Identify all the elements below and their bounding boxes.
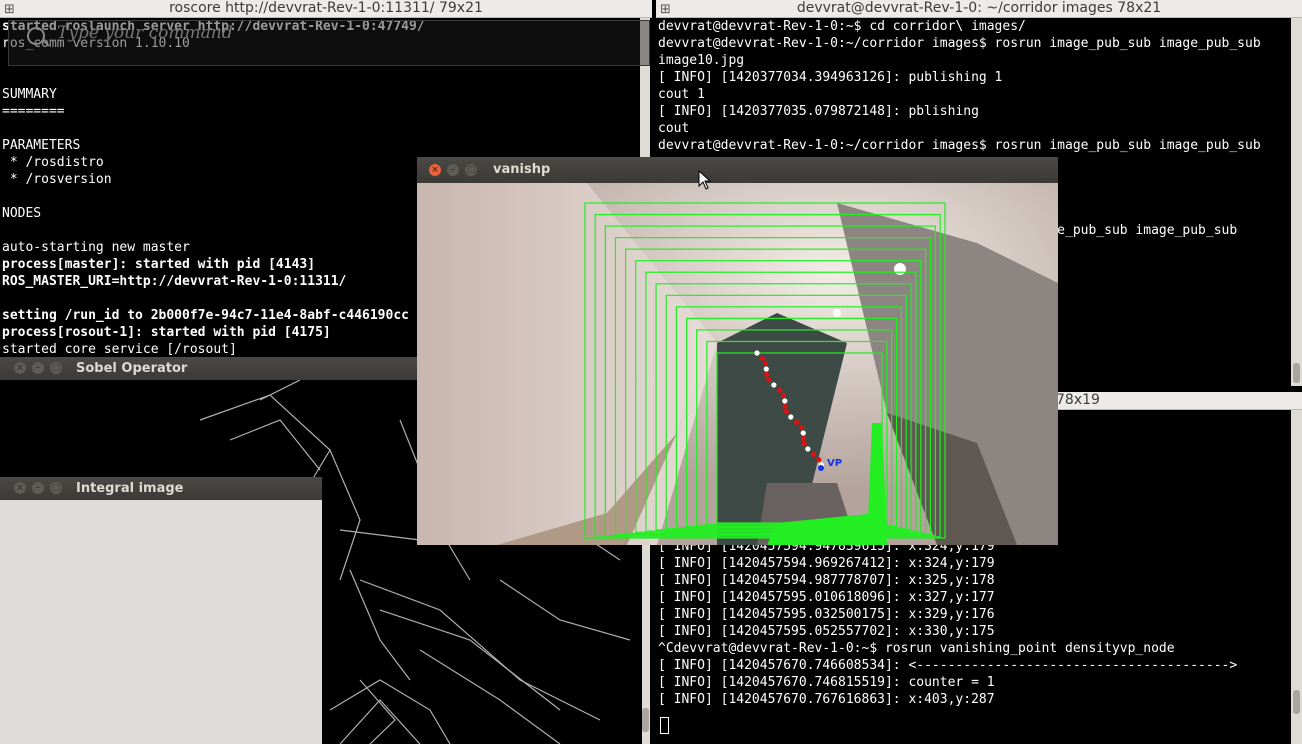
close-icon[interactable]: × <box>14 362 26 374</box>
terminal-line: [ INFO] [1420457670.746608534]: <-------… <box>658 658 1238 673</box>
minimize-icon[interactable]: – <box>447 164 459 176</box>
terminal-grid-icon: ⊞ <box>4 2 15 17</box>
vp-track-point <box>763 361 769 367</box>
vp-track-point <box>766 377 772 383</box>
terminal-line: [ INFO] [1420457670.767616863]: x:403,y:… <box>658 692 995 707</box>
terminal-line: devvrat@devvrat-Rev-1-0:~/corridor image… <box>658 138 1261 153</box>
terminal-cursor <box>660 717 669 734</box>
terminal-line: [ INFO] [1420457594.987778707]: x:325,y:… <box>658 573 995 588</box>
integral-window[interactable]: × – □ Integral image <box>0 477 322 744</box>
terminal-corridor-title: devvrat@devvrat-Rev-1-0: ~/corridor imag… <box>796 0 1162 16</box>
vanishp-titlebar[interactable]: × – □ vanishp <box>417 157 1058 183</box>
mouse-cursor-icon <box>698 170 712 190</box>
terminal-line: image10.jpg <box>658 53 745 68</box>
terminal-line: cout 1 <box>658 87 705 102</box>
vp-track-point <box>810 451 817 457</box>
vp-track-point <box>780 393 787 399</box>
close-icon[interactable]: × <box>429 164 441 176</box>
terminal-line: cout <box>658 121 690 136</box>
scroll-thumb[interactable] <box>642 708 649 732</box>
terminal-line: SUMMARY <box>2 87 57 102</box>
scroll-thumb[interactable] <box>1293 363 1300 383</box>
terminal-line: devvrat@devvrat-Rev-1-0:~$ cd corridor\ … <box>658 19 1026 34</box>
maximize-icon[interactable]: □ <box>50 362 62 374</box>
vp-track-point <box>777 387 783 393</box>
vp-track-point <box>800 430 806 436</box>
terminal-line: [ INFO] [1420457670.746815519]: counter … <box>658 675 995 690</box>
integral-title: Integral image <box>76 481 184 496</box>
vp-track-point <box>782 398 788 404</box>
hud-command-bar[interactable]: Type your command <box>8 20 650 66</box>
vp-track-point <box>782 403 788 409</box>
vp-track-point <box>794 419 800 425</box>
search-icon <box>27 27 45 45</box>
minimize-icon[interactable]: – <box>32 482 44 494</box>
vp-track-point <box>783 409 790 415</box>
terminal-line: [ INFO] [1420457595.032500175]: x:329,y:… <box>658 607 995 622</box>
vanishp-camera-view: VP <box>417 183 1058 545</box>
terminal-line: ======== <box>2 104 65 119</box>
maximize-icon[interactable]: □ <box>50 482 62 494</box>
hud-command-input[interactable]: Type your command <box>57 23 233 43</box>
vp-track-point <box>788 414 794 420</box>
vp-track-point <box>771 382 777 388</box>
vanishp-window[interactable]: × – □ vanishp VP <box>417 157 1058 545</box>
terminal-line: devvrat@devvrat-Rev-1-0:~/corridor image… <box>658 36 1261 51</box>
vp-label: VP <box>827 458 842 469</box>
terminal-line: [ INFO] [1420377035.079872148]: pblishin… <box>658 104 979 119</box>
terminal-corridor-titlebar[interactable]: ⊞ devvrat@devvrat-Rev-1-0: ~/corridor im… <box>656 0 1302 18</box>
terminal-roscore-title: roscore http://devvrat-Rev-1-0:11311/ 79… <box>169 0 483 16</box>
terminal-line: [ INFO] [1420457594.969267412]: x:324,y:… <box>658 556 995 571</box>
vp-track-point <box>754 350 760 356</box>
terminal-line: [ INFO] [1420457595.010618096]: x:327,y:… <box>658 590 995 605</box>
terminal-grid-icon: ⊞ <box>660 2 671 17</box>
vp-track-point <box>816 457 822 463</box>
terminal-corridor-scrollbar[interactable] <box>1291 18 1302 386</box>
terminal-line: PARAMETERS <box>2 138 81 153</box>
terminal-line: [ INFO] [1420377034.394963126]: publishi… <box>658 70 1003 85</box>
minimize-icon[interactable]: – <box>32 362 44 374</box>
vanishp-title: vanishp <box>493 162 551 177</box>
vp-track-point <box>805 446 811 452</box>
terminal-vanishing-scrollbar[interactable] <box>1291 410 1302 744</box>
terminal-line: ^Cdevvrat@devvrat-Rev-1-0:~$ rosrun vani… <box>658 641 1175 656</box>
vp-track-point <box>763 371 770 377</box>
vp-track-point <box>763 366 769 372</box>
maximize-icon[interactable]: □ <box>465 164 477 176</box>
vp-track-point <box>759 355 766 361</box>
vp-track-point <box>800 435 806 441</box>
integral-titlebar[interactable]: × – □ Integral image <box>0 477 322 500</box>
sobel-title: Sobel Operator <box>76 361 188 376</box>
vp-track-point <box>798 425 804 431</box>
terminal-roscore-titlebar[interactable]: ⊞ roscore http://devvrat-Rev-1-0:11311/ … <box>0 0 652 18</box>
vp-track-point <box>801 441 807 447</box>
scroll-thumb[interactable] <box>1293 690 1300 714</box>
terminal-line: [ INFO] [1420457595.052557702]: x:330,y:… <box>658 624 995 639</box>
close-icon[interactable]: × <box>14 482 26 494</box>
